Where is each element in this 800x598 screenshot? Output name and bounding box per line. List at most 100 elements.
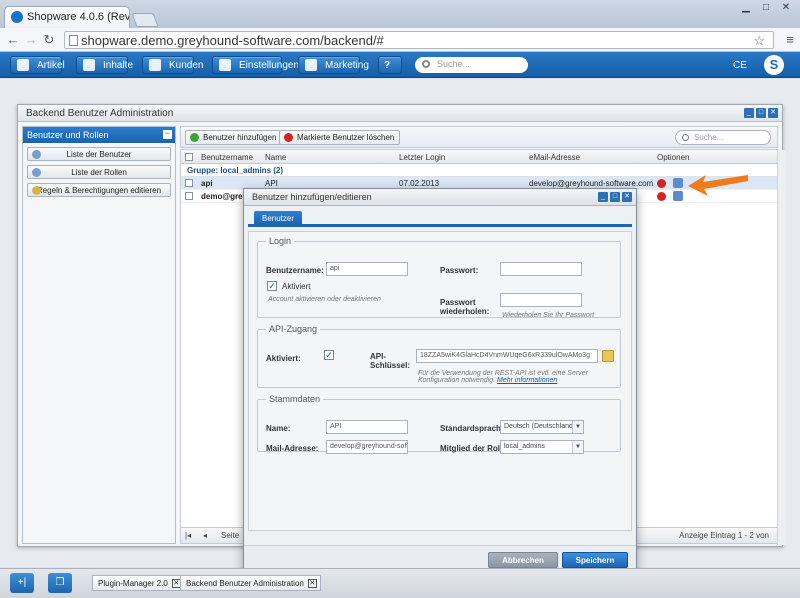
browser-tab[interactable]: Shopware 4.0.6 (Rev. 7316 bbox=[4, 6, 130, 28]
edit-user-icon[interactable] bbox=[673, 178, 683, 188]
dialog-close-icon[interactable]: ✕ bbox=[622, 192, 632, 202]
user-list-button[interactable]: Liste der Benutzer bbox=[27, 147, 171, 161]
users-group-icon bbox=[32, 168, 41, 177]
window-maximize-icon[interactable]: □ bbox=[756, 108, 766, 118]
column-options: Optionen bbox=[657, 153, 690, 162]
key-icon bbox=[32, 186, 41, 195]
column-name[interactable]: Name bbox=[265, 153, 286, 162]
window-close-icon[interactable]: ✕ bbox=[768, 108, 778, 118]
edit-user-icon[interactable] bbox=[673, 191, 683, 201]
role-select[interactable]: local_admins ▼ bbox=[500, 440, 584, 454]
global-search-input[interactable]: Suche... bbox=[415, 57, 528, 73]
password-repeat-input[interactable] bbox=[500, 293, 582, 307]
search-icon bbox=[682, 134, 689, 141]
user-icon bbox=[32, 150, 41, 159]
api-active-checkbox[interactable]: ✓ bbox=[324, 350, 334, 360]
window-minimize-icon[interactable]: _ bbox=[744, 108, 754, 118]
language-label: Standardsprache: bbox=[440, 424, 509, 433]
column-last-login[interactable]: Letzter Login bbox=[399, 153, 445, 162]
column-username[interactable]: Benutzername bbox=[201, 153, 253, 162]
task-user-admin[interactable]: Backend Benutzer Administration ✕ bbox=[180, 575, 321, 591]
pointer-arrow-icon bbox=[688, 175, 748, 196]
reload-icon[interactable]: ↻ bbox=[40, 31, 58, 49]
role-list-button[interactable]: Liste der Rollen bbox=[27, 165, 171, 179]
delete-user-icon[interactable] bbox=[657, 179, 666, 188]
api-key-input[interactable]: 18ZZA5wiK4GlaHcD4VnmWUqeG6xR339ulOwAMo3g bbox=[416, 349, 598, 363]
chevron-down-icon[interactable]: ▼ bbox=[572, 421, 583, 433]
close-icon[interactable]: ✕ bbox=[776, 0, 796, 16]
delete-user-icon[interactable] bbox=[657, 192, 666, 201]
dialog-title: Benutzer hinzufügen/editieren bbox=[252, 192, 372, 202]
name-input[interactable]: API bbox=[326, 420, 408, 434]
column-email[interactable]: eMail-Adresse bbox=[529, 153, 580, 162]
dialog-maximize-icon[interactable]: □ bbox=[610, 192, 620, 202]
row-checkbox[interactable] bbox=[185, 192, 193, 200]
browser-tab-bar: Shopware 4.0.6 (Rev. 7316 ▁ □ ✕ bbox=[0, 0, 800, 28]
scrollbar[interactable] bbox=[777, 150, 786, 545]
master-data-legend: Stammdaten bbox=[269, 394, 321, 404]
maximize-icon[interactable]: □ bbox=[756, 0, 776, 16]
user-initials[interactable]: CE bbox=[733, 60, 747, 71]
mail-input[interactable]: develop@greyhound-software.com bbox=[326, 440, 408, 454]
chevron-down-icon[interactable]: ▼ bbox=[572, 441, 583, 453]
mail-label: Mail-Adresse: bbox=[266, 444, 319, 453]
forward-arrow-icon[interactable]: → bbox=[22, 31, 40, 49]
username-input[interactable]: api bbox=[326, 262, 408, 276]
collapse-icon[interactable]: − bbox=[163, 129, 172, 139]
cancel-button[interactable]: Abbrechen bbox=[488, 552, 558, 568]
account-active-hint: Account aktivieren oder deaktivieren bbox=[268, 296, 381, 303]
users-roles-panel: Benutzer und Rollen − Liste der Benutzer… bbox=[22, 126, 176, 544]
bookmark-star-icon[interactable]: ☆ bbox=[753, 33, 765, 49]
content-icon bbox=[83, 59, 95, 71]
customers-icon bbox=[149, 59, 161, 71]
menu-marketing-button[interactable]: Marketing bbox=[298, 56, 369, 74]
url-input[interactable]: shopware.demo.greyhound-software.com/bac… bbox=[64, 31, 774, 49]
menu-inhalte-button[interactable]: Inhalte bbox=[76, 56, 133, 74]
back-arrow-icon[interactable]: ← bbox=[4, 31, 22, 49]
more-info-link[interactable]: Mehr informationen bbox=[497, 377, 557, 384]
menu-einstellungen-button[interactable]: Einstellungen bbox=[212, 56, 299, 74]
window-switch-icon[interactable]: ❐ bbox=[48, 573, 72, 593]
password-repeat-hint: Wiederholen Sie Ihr Passwort bbox=[502, 312, 595, 319]
shopware-taskbar: +| ❐ Plugin-Manager 2.0 ✕ Backend Benutze… bbox=[0, 568, 800, 598]
dialog-minimize-icon[interactable]: _ bbox=[598, 192, 608, 202]
task-plugin-manager[interactable]: Plugin-Manager 2.0 ✕ bbox=[92, 575, 185, 591]
login-fieldset: Login Benutzername: api ✓ Aktiviert Acco… bbox=[257, 236, 621, 319]
start-menu-icon[interactable]: +| bbox=[10, 573, 34, 593]
edit-rules-button[interactable]: Regeln & Berechtigungen editieren bbox=[27, 183, 171, 197]
new-tab-button[interactable] bbox=[131, 13, 159, 27]
save-button[interactable]: Speichern bbox=[562, 552, 628, 568]
menu-artikel-button[interactable]: Artikel bbox=[10, 56, 65, 74]
url-text: shopware.demo.greyhound-software.com/bac… bbox=[81, 33, 384, 48]
grid-search-input[interactable]: Suche... bbox=[675, 130, 771, 145]
login-legend: Login bbox=[269, 236, 292, 246]
delete-users-button[interactable]: Markierte Benutzer löschen bbox=[279, 130, 401, 145]
select-all-checkbox[interactable] bbox=[185, 153, 193, 161]
generate-key-icon[interactable] bbox=[602, 350, 614, 362]
browser-menu-icon[interactable]: ≡ bbox=[786, 32, 794, 47]
window-controls: ▁ □ ✕ bbox=[736, 0, 796, 16]
api-hint: Für die Verwendung der REST-API ist evtl… bbox=[418, 370, 588, 384]
close-task-icon[interactable]: ✕ bbox=[307, 579, 317, 588]
search-icon bbox=[422, 60, 430, 68]
prev-page-icon[interactable]: ◂ bbox=[203, 531, 207, 540]
dialog-title-bar[interactable]: Benutzer hinzufügen/editieren _ □ ✕ bbox=[244, 189, 636, 206]
window-title-bar[interactable]: Backend Benutzer Administration _ □ ✕ bbox=[18, 105, 782, 122]
password-input[interactable] bbox=[500, 262, 582, 276]
tab-benutzer[interactable]: Benutzer bbox=[254, 211, 303, 225]
first-page-icon[interactable]: |◂ bbox=[185, 531, 191, 540]
help-button[interactable]: ? bbox=[378, 56, 402, 74]
account-active-label: Aktiviert bbox=[282, 282, 311, 291]
add-user-button[interactable]: Benutzer hinzufügen bbox=[185, 130, 283, 145]
language-select[interactable]: Deutsch (Deutschland) ▼ bbox=[500, 420, 584, 434]
article-icon bbox=[17, 59, 29, 71]
page-icon bbox=[69, 35, 78, 46]
menu-kunden-button[interactable]: Kunden bbox=[142, 56, 203, 74]
row-checkbox[interactable] bbox=[185, 179, 193, 187]
settings-gear-icon bbox=[219, 59, 231, 71]
password-label: Passwort: bbox=[440, 266, 479, 275]
shopware-logo-icon: S bbox=[764, 55, 784, 75]
account-active-checkbox[interactable]: ✓ bbox=[267, 281, 277, 291]
minimize-icon[interactable]: ▁ bbox=[736, 0, 756, 16]
add-icon bbox=[190, 133, 199, 142]
